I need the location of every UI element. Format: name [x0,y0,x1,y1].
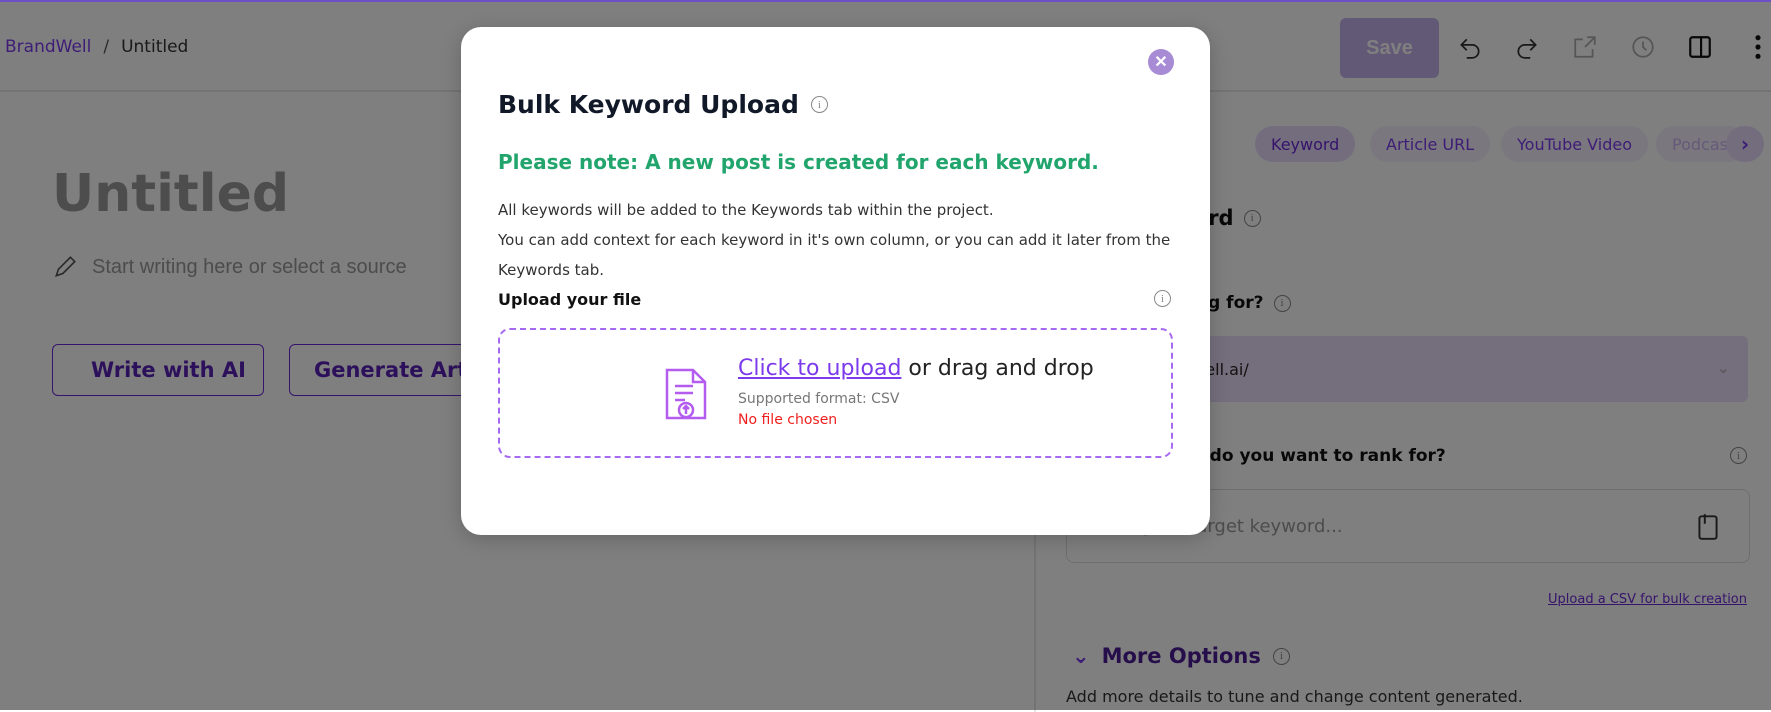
info-icon[interactable]: i [1154,290,1171,307]
info-icon[interactable]: i [811,96,828,113]
modal-title: Bulk Keyword Uploadi [498,90,828,119]
close-icon: ✕ [1154,52,1167,72]
close-button[interactable]: ✕ [1148,49,1174,75]
supported-format: Supported format: CSV [738,391,899,407]
no-file-status: No file chosen [738,412,837,428]
click-to-upload-link[interactable]: Click to upload [738,356,901,381]
app-page: BrandWell/Untitled Save Untitled Start w… [0,0,1771,710]
bulk-upload-modal: ✕ Bulk Keyword Uploadi Please note: A ne… [461,27,1210,535]
modal-description-2: You can add context for each keyword in … [498,225,1178,285]
upload-file-label: Upload your file [498,290,641,309]
file-dropzone[interactable]: Click to upload or drag and drop Support… [498,328,1173,458]
upload-instructions: Click to upload or drag and drop [738,356,1094,381]
file-upload-icon [663,366,709,422]
modal-description-1: All keywords will be added to the Keywor… [498,195,1178,225]
modal-note: Please note: A new post is created for e… [498,150,1099,174]
